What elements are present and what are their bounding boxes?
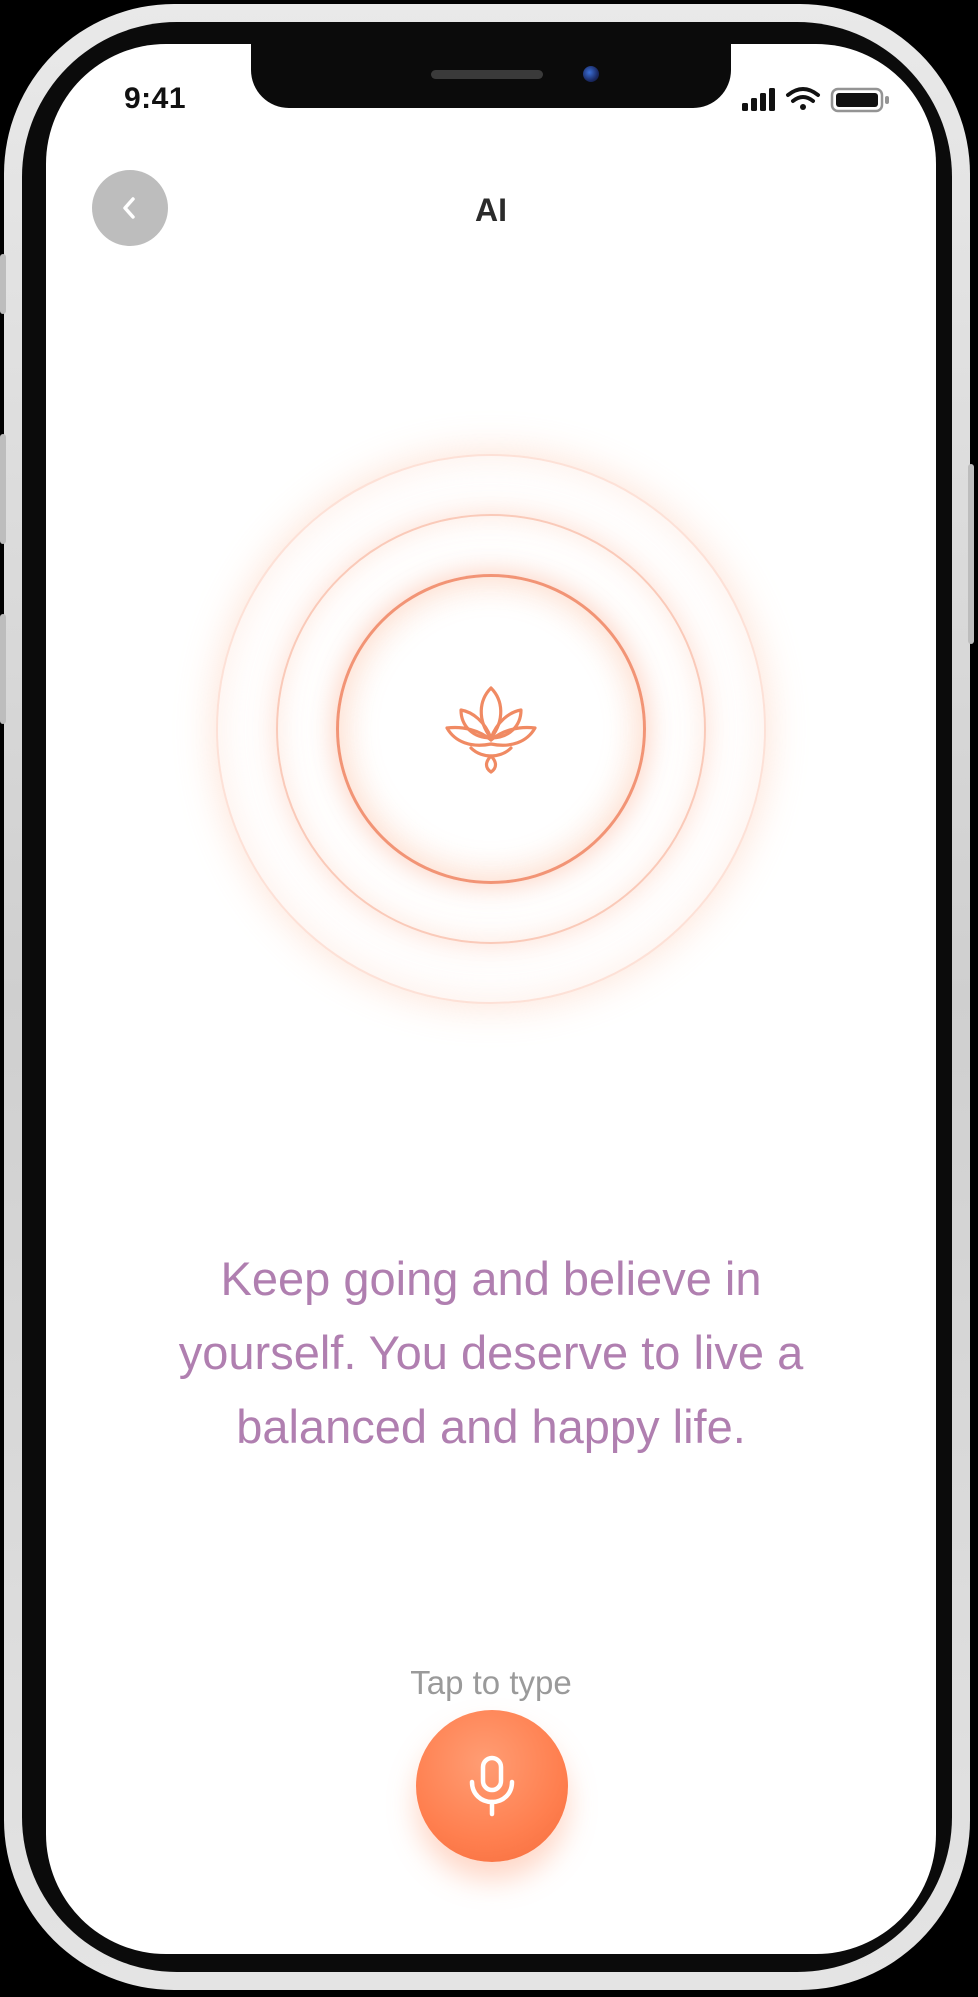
ai-orb (216, 454, 766, 1004)
notch (251, 44, 731, 108)
app-screen: 9:41 AI Keep going and believe in yourse… (46, 44, 936, 1954)
phone-power-button (968, 464, 974, 644)
lotus-icon (445, 686, 537, 774)
phone-side-button (0, 254, 6, 314)
status-time: 9:41 (124, 82, 187, 115)
microphone-icon (469, 1755, 515, 1817)
tap-to-type-link[interactable]: Tap to type (46, 1664, 936, 1702)
page-title: AI (475, 192, 507, 228)
wifi-icon (786, 87, 820, 110)
microphone-button[interactable] (416, 1710, 568, 1862)
status-icons (740, 84, 900, 114)
speaker-grille (431, 70, 543, 79)
phone-side-button (0, 434, 6, 544)
signal-icon (742, 88, 775, 111)
battery-icon (830, 87, 889, 113)
affirmation-message: Keep going and believe in yourself. You … (178, 1252, 804, 1453)
phone-side-button (0, 614, 6, 724)
front-camera (583, 66, 599, 82)
